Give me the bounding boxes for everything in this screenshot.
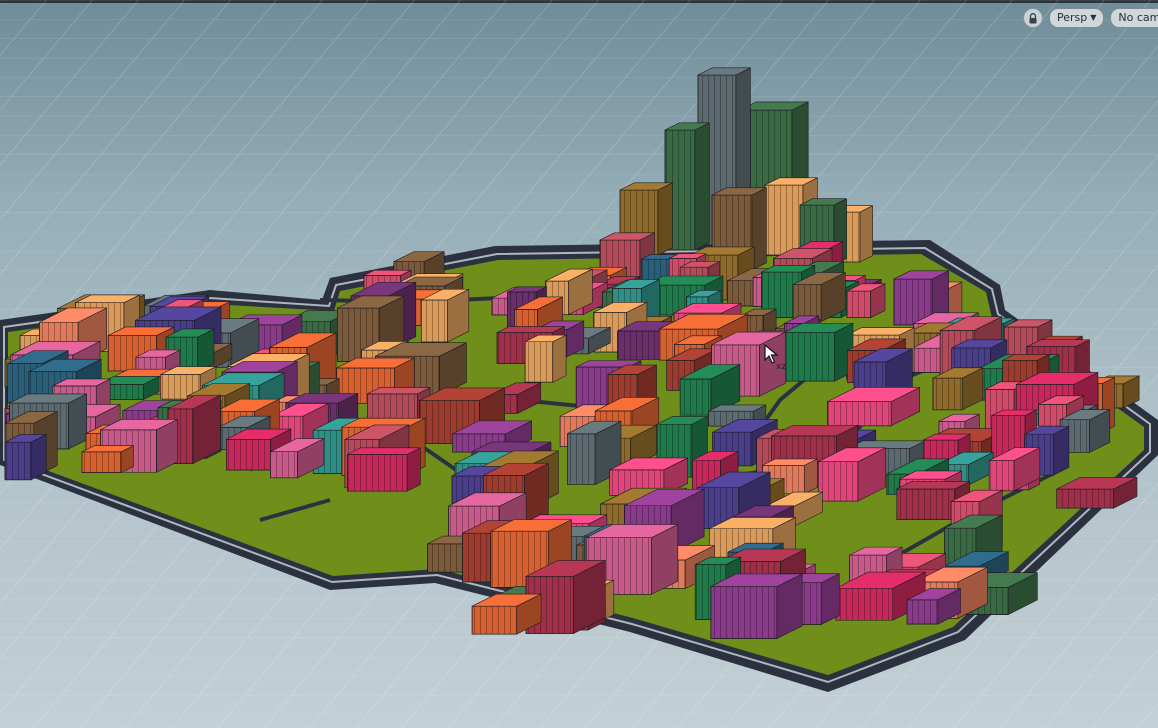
camera-mode-dropdown[interactable]: Persp ▼ [1049,8,1105,28]
city-scene[interactable] [0,0,1158,728]
lock-icon [1029,12,1037,23]
chevron-down-icon: ▼ [1090,13,1097,22]
camera-select-dropdown[interactable]: No cam ▼ [1110,8,1158,28]
camera-name-label: No cam [1118,11,1158,24]
viewport-hud: Persp ▼ No cam ▼ [1023,8,1158,28]
building [846,283,886,319]
building [932,367,984,411]
building [524,334,567,383]
cursor-plane-label: xz [776,362,787,372]
building [420,288,470,343]
building [347,447,421,492]
building [4,434,47,481]
viewport-3d[interactable]: Persp ▼ No cam ▼ xz [0,0,1158,728]
building [81,445,134,474]
building [783,322,854,382]
building [710,573,803,640]
camera-mode-label: Persp [1057,11,1088,24]
mouse-cursor-icon [764,344,778,364]
camera-lock-button[interactable] [1023,8,1043,28]
